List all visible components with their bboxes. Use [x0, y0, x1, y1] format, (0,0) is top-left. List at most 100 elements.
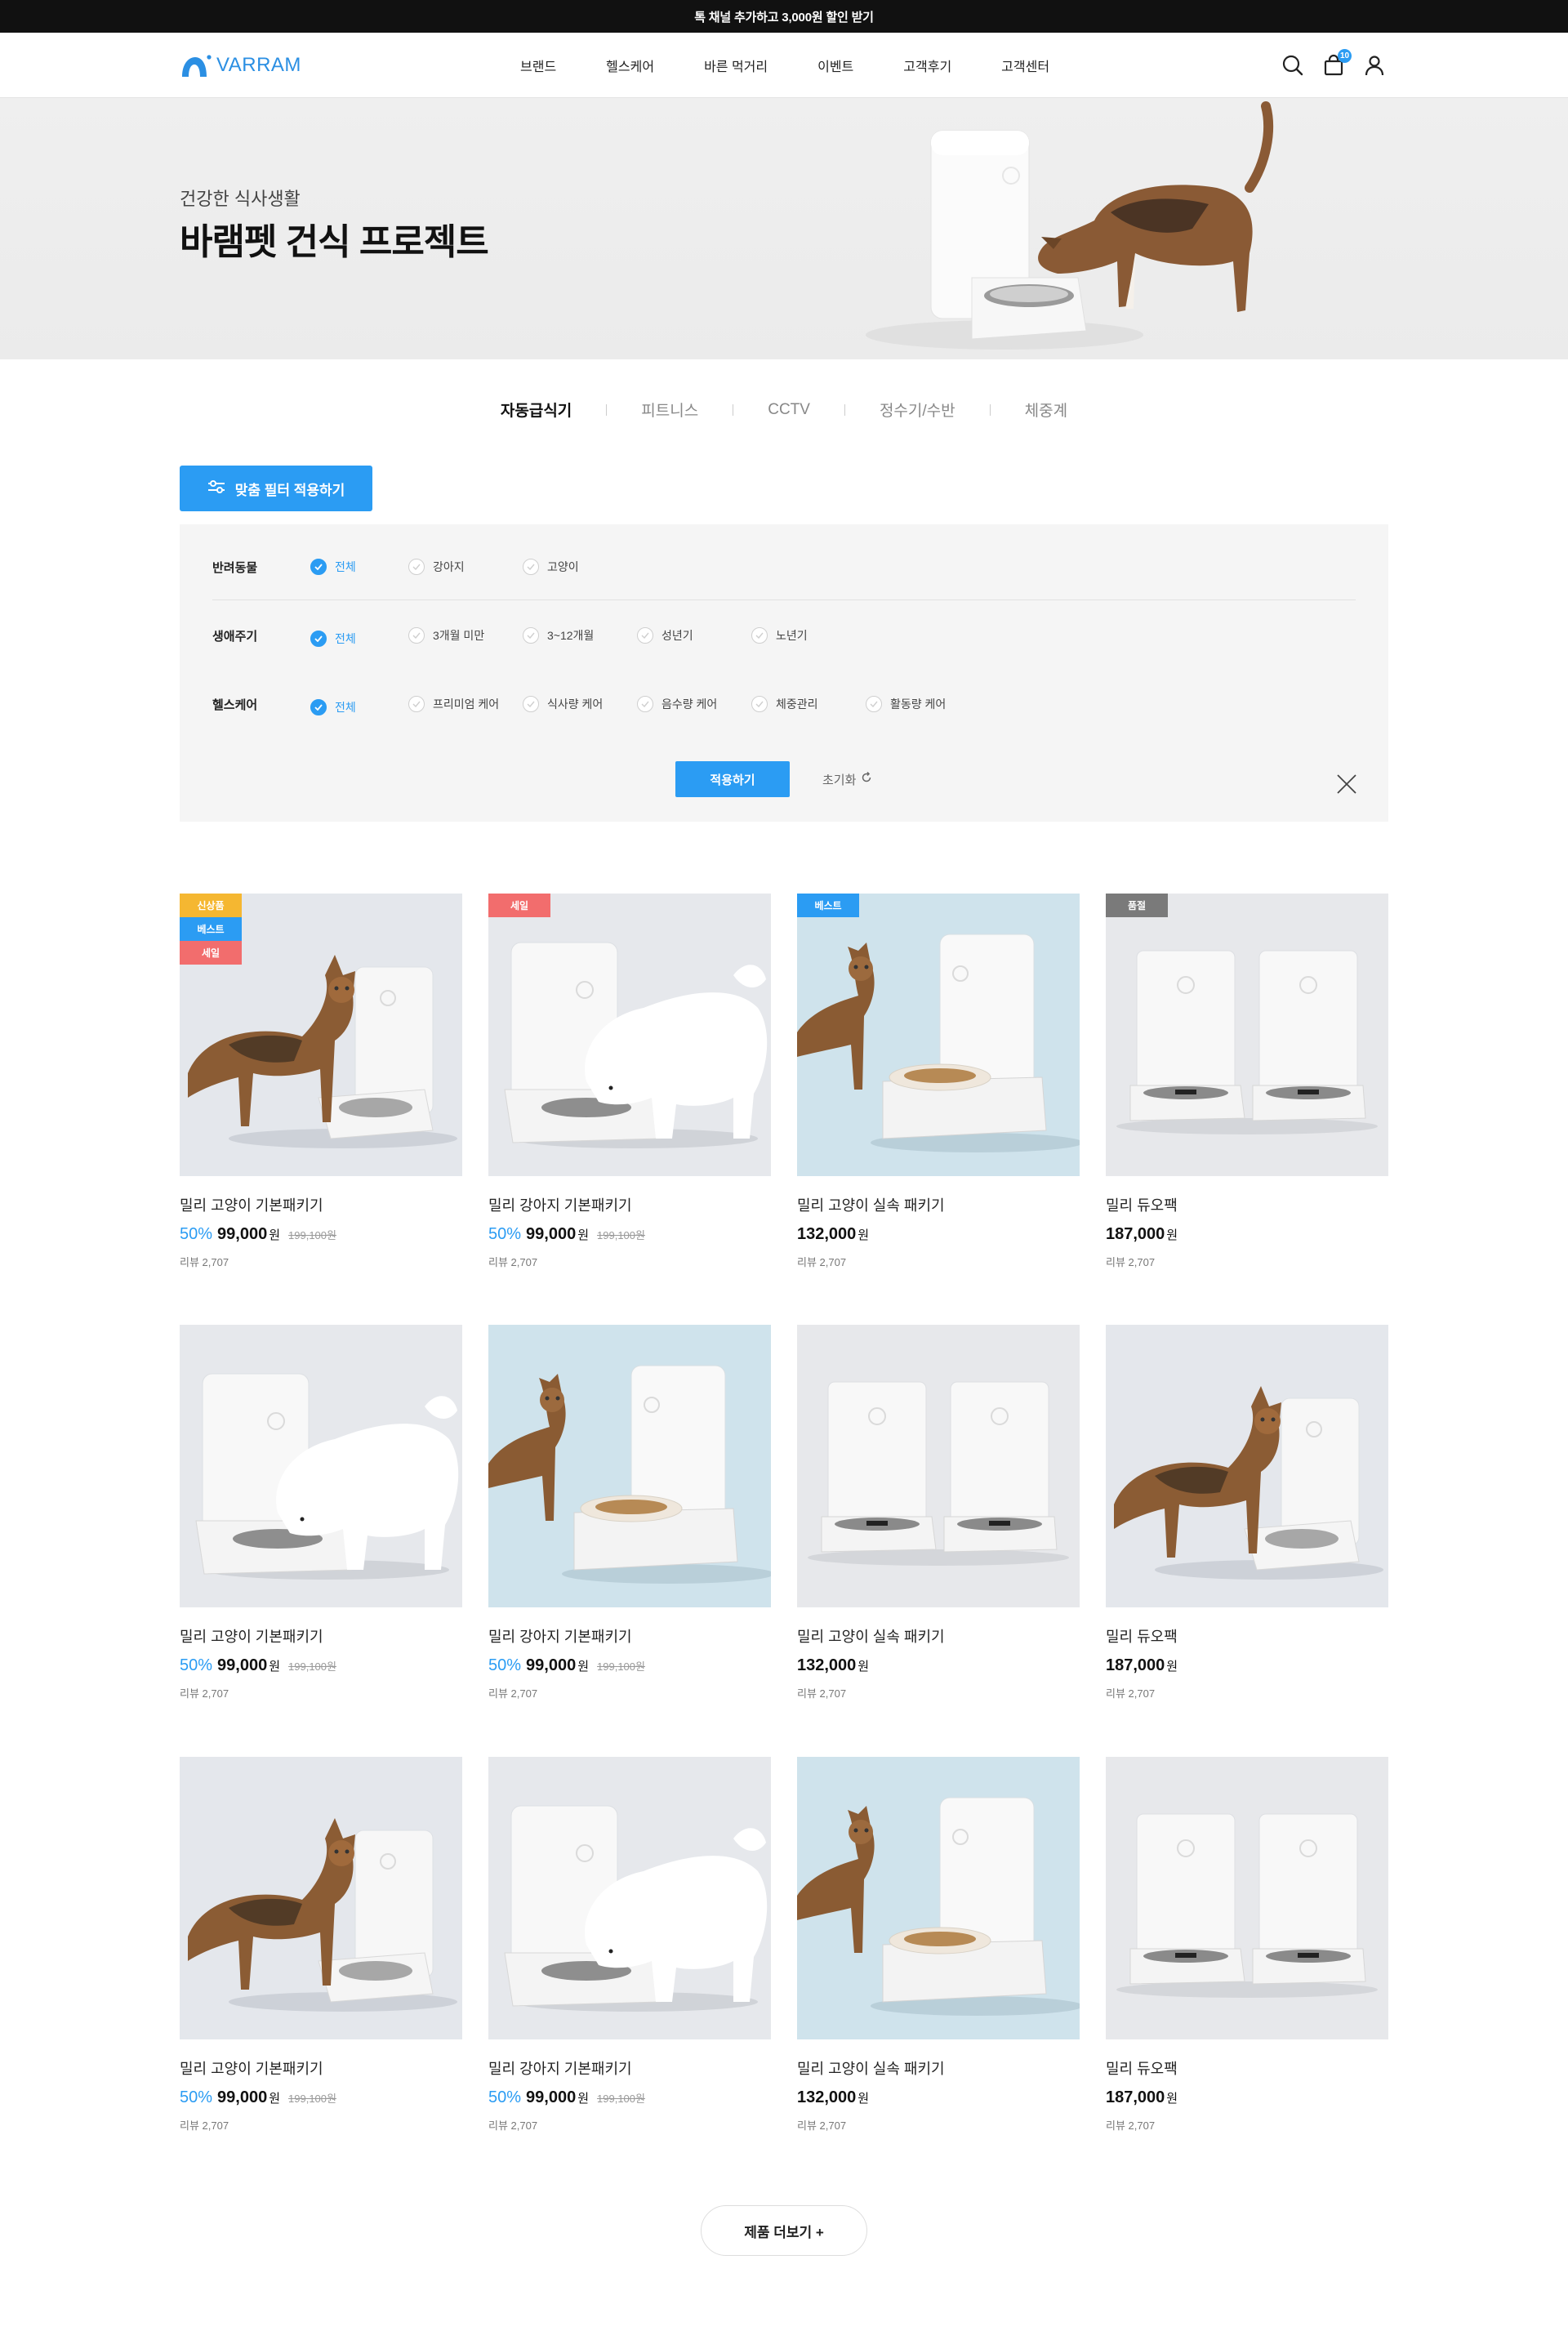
filter-option[interactable]: 체중관리: [751, 696, 818, 712]
filter-option[interactable]: 식사량 케어: [523, 696, 603, 712]
filter-option[interactable]: 3~12개월: [523, 627, 594, 644]
filter-option[interactable]: 강아지: [408, 559, 465, 575]
logo-mark-icon: [179, 52, 212, 78]
nav-item[interactable]: 고객후기: [903, 56, 951, 75]
product-name[interactable]: 밀리 듀오팩: [1106, 1194, 1388, 1215]
filter-row-label: 헬스케어: [212, 698, 258, 712]
product-name[interactable]: 밀리 강아지 기본패키기: [488, 1625, 771, 1647]
nav-item[interactable]: 고객센터: [1001, 56, 1049, 75]
category-tab[interactable]: 체중계: [991, 399, 1102, 421]
filter-row-label: 생애주기: [212, 629, 258, 644]
product-card[interactable]: 세일밀리 강아지 기본패키기 50% 99,000 원 199,100원리뷰 2,707: [488, 894, 771, 1269]
filter-option[interactable]: 프리미엄 케어: [408, 696, 499, 712]
filter-option[interactable]: 3개월 미만: [408, 627, 484, 644]
product-name[interactable]: 밀리 고양이 기본패키기: [180, 1625, 462, 1647]
check-circle-icon: [310, 699, 327, 715]
reset-filter-button[interactable]: 초기화: [822, 761, 872, 797]
product-image[interactable]: [797, 1757, 1080, 2039]
custom-filter-button[interactable]: 맞춤 필터 적용하기: [180, 466, 372, 511]
filter-option[interactable]: 전체: [310, 631, 356, 647]
search-icon[interactable]: [1281, 54, 1304, 77]
filter-option-label: 프리미엄 케어: [433, 698, 500, 711]
product-card[interactable]: 밀리 고양이 실속 패키기 132,000 원 리뷰 2,707: [797, 1757, 1080, 2133]
filter-option[interactable]: 성년기: [637, 627, 693, 644]
product-name[interactable]: 밀리 고양이 실속 패키기: [797, 1625, 1080, 1647]
product-image[interactable]: 세일: [488, 894, 771, 1176]
product-card[interactable]: 밀리 고양이 실속 패키기 132,000 원 리뷰 2,707: [797, 1325, 1080, 1700]
review-count: 리뷰 2,707: [488, 1256, 538, 1268]
product-image[interactable]: [180, 1325, 462, 1607]
product-name[interactable]: 밀리 고양이 기본패키기: [180, 1194, 462, 1215]
product-price: 50% 99,000 원 199,100원: [488, 1656, 771, 1675]
filter-option-label: 식사량 케어: [547, 698, 604, 711]
product-name[interactable]: 밀리 고양이 실속 패키기: [797, 1194, 1080, 1215]
apply-filter-button[interactable]: 적용하기: [675, 761, 790, 797]
product-name[interactable]: 밀리 고양이 기본패키기: [180, 2057, 462, 2079]
product-image[interactable]: [1106, 1325, 1388, 1607]
product-card[interactable]: 밀리 강아지 기본패키기 50% 99,000 원 199,100원 리뷰 2,707: [488, 1757, 771, 2133]
product-name[interactable]: 밀리 강아지 기본패키기: [488, 1194, 771, 1215]
sale-price: 187,000: [1106, 1656, 1165, 1674]
sale-price: 99,000: [217, 1225, 268, 1243]
product-image[interactable]: [797, 1325, 1080, 1607]
badge-stack: 신상품 베스트 세일: [180, 894, 242, 965]
site-header: VARRAM 브랜드 헬스케어 바른 먹거리 이벤트 고객후기 고객센터 10: [0, 33, 1568, 98]
product-price: 50% 99,000 원 199,100원: [488, 2088, 771, 2107]
cart-icon[interactable]: 10: [1322, 49, 1352, 77]
category-tab[interactable]: 피트니스: [607, 399, 733, 421]
filter-option[interactable]: 활동량 케어: [866, 696, 946, 712]
product-name[interactable]: 밀리 듀오팩: [1106, 2057, 1388, 2079]
filter-option[interactable]: 음수량 케어: [637, 696, 717, 712]
nav-item[interactable]: 바른 먹거리: [704, 56, 768, 75]
close-filter-icon[interactable]: [1336, 773, 1357, 795]
product-card[interactable]: 밀리 고양이 기본패키기 50% 99,000 원 199,100원 리뷰 2,707: [180, 1325, 462, 1700]
discount-rate: 50%: [488, 2088, 522, 2106]
user-icon[interactable]: [1363, 54, 1386, 77]
product-image[interactable]: 품절: [1106, 894, 1388, 1176]
filter-option-label: 3개월 미만: [433, 629, 485, 642]
filter-option[interactable]: 고양이: [523, 559, 579, 575]
product-card[interactable]: 품절 밀리 듀오팩 187,000 원 리뷰 2,707: [1106, 894, 1388, 1269]
product-image[interactable]: 베스트: [797, 894, 1080, 1176]
filter-option[interactable]: 전체: [310, 559, 356, 575]
product-price: 187,000 원: [1106, 1656, 1388, 1675]
nav-item[interactable]: 브랜드: [520, 56, 556, 75]
product-price: 50% 99,000 원 199,100원: [488, 1225, 771, 1244]
logo[interactable]: VARRAM: [179, 52, 301, 78]
nav-item[interactable]: 이벤트: [817, 56, 853, 75]
product-card[interactable]: 밀리 고양이 기본패키기 50% 99,000 원 199,100원 리뷰 2,707: [180, 1757, 462, 2133]
product-price: 50% 99,000 원 199,100원: [180, 1225, 462, 1244]
discount-rate: 50%: [180, 1656, 213, 1674]
filter-option[interactable]: 전체: [310, 699, 356, 715]
product-name[interactable]: 밀리 고양이 실속 패키기: [797, 2057, 1080, 2079]
product-image[interactable]: [1106, 1757, 1388, 2039]
category-tab[interactable]: 자동급식기: [466, 399, 606, 421]
product-name[interactable]: 밀리 듀오팩: [1106, 1625, 1388, 1647]
product-card[interactable]: 밀리 듀오팩 187,000 원 리뷰 2,707: [1106, 1325, 1388, 1700]
product-name[interactable]: 밀리 강아지 기본패키기: [488, 2057, 771, 2079]
load-more-button[interactable]: 제품 더보기 +: [701, 2205, 867, 2256]
product-card[interactable]: 신상품 베스트 세일 밀리 고양이 기본패키기 50% 99,000 원 199,100원 리뷰…: [180, 894, 462, 1269]
check-circle-icon: [751, 627, 768, 644]
product-card[interactable]: 베스트 밀리 고양이 실속 패키기 132,000 원 리뷰 2,707: [797, 894, 1080, 1269]
category-tab[interactable]: 정수기/수반: [845, 399, 990, 421]
product-image[interactable]: [488, 1757, 771, 2039]
product-badge: 베스트: [180, 917, 242, 941]
product-image[interactable]: 신상품 베스트 세일: [180, 894, 462, 1176]
badge-stack: 세일: [488, 894, 550, 917]
top-promo-banner[interactable]: 톡 채널 추가하고 3,000원 할인 받기: [0, 0, 1568, 33]
product-card[interactable]: 밀리 강아지 기본패키기 50% 99,000 원 199,100원 리뷰 2,707: [488, 1325, 771, 1700]
filter-divider: [212, 599, 1356, 600]
filter-option-label: 성년기: [662, 629, 693, 642]
logo-text: VARRAM: [216, 54, 301, 76]
filter-option[interactable]: 노년기: [751, 627, 808, 644]
product-image[interactable]: [180, 1757, 462, 2039]
badge-stack: 베스트: [797, 894, 859, 917]
nav-item[interactable]: 헬스케어: [606, 56, 654, 75]
category-tab[interactable]: CCTV: [733, 401, 844, 419]
currency-unit: 원: [269, 1660, 281, 1674]
product-card[interactable]: 밀리 듀오팩 187,000 원 리뷰 2,707: [1106, 1757, 1388, 2133]
product-image[interactable]: [488, 1325, 771, 1607]
product-badge: 베스트: [797, 894, 859, 917]
review-count: 리뷰 2,707: [1106, 2119, 1156, 2132]
